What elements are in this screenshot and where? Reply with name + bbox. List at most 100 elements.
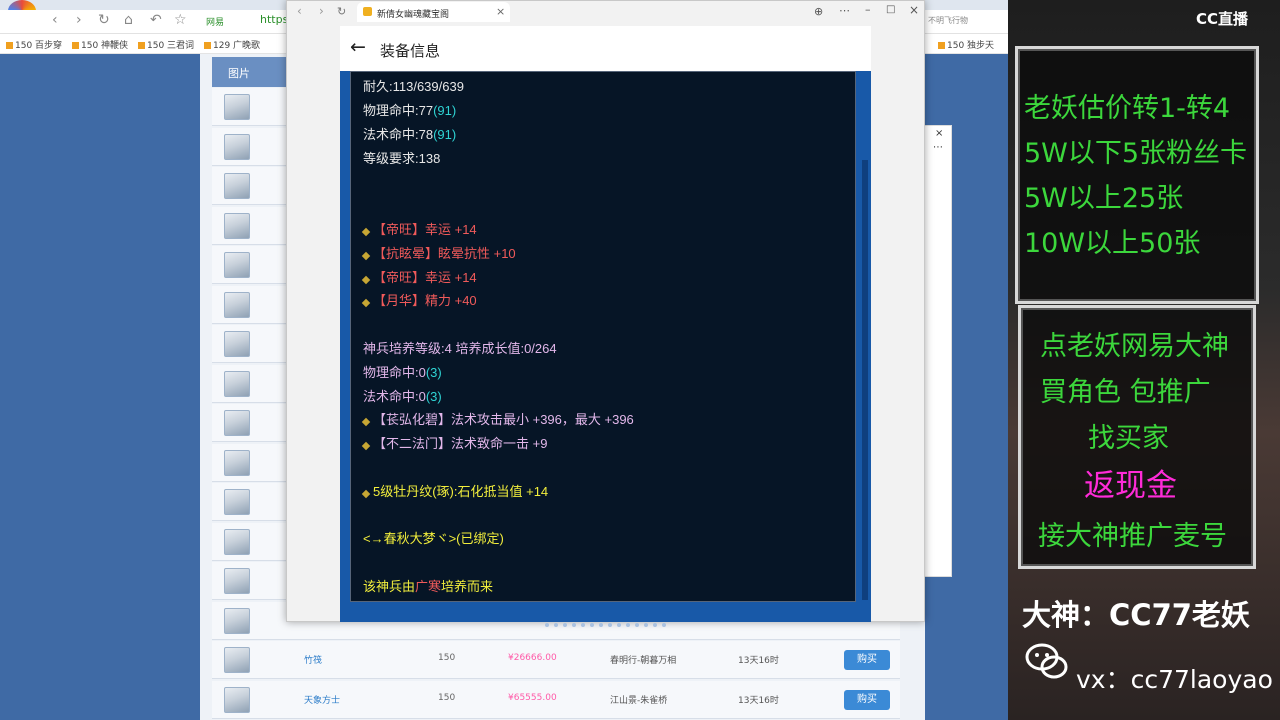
- gem-icon: [361, 417, 371, 427]
- maximize-icon[interactable]: □: [886, 4, 895, 15]
- wechat-icon: [1024, 640, 1070, 682]
- page-dot[interactable]: [626, 623, 630, 627]
- page-dot[interactable]: [563, 623, 567, 627]
- globe-icon[interactable]: ⊕: [814, 5, 823, 18]
- address-text[interactable]: https: [260, 13, 288, 26]
- avatar[interactable]: [224, 133, 250, 160]
- reload-icon[interactable]: ↻: [98, 12, 110, 28]
- page-dot[interactable]: [590, 623, 594, 627]
- avatar[interactable]: [224, 94, 250, 120]
- bookmark-item[interactable]: 150 百步穿: [6, 38, 62, 51]
- forward-icon[interactable]: ›: [76, 12, 82, 28]
- bookmark-item[interactable]: 150 神鞭侠: [72, 38, 128, 51]
- red-attr: 【抗眩晕】眩晕抗性 +10: [361, 243, 516, 262]
- avatar[interactable]: [224, 528, 250, 555]
- cell-time: 13天16时: [738, 656, 779, 666]
- gem-icon: [361, 251, 371, 261]
- avatar[interactable]: [224, 291, 250, 318]
- window-reload-icon[interactable]: ↻: [337, 5, 346, 18]
- minimize-icon[interactable]: –: [865, 3, 871, 16]
- avatar[interactable]: [224, 607, 250, 634]
- cell-name[interactable]: 天象方士: [304, 693, 340, 706]
- bookmark-item[interactable]: 150 三君词: [138, 38, 194, 51]
- header-image-label: 图片: [228, 67, 250, 80]
- page-dot[interactable]: [644, 623, 648, 627]
- avatar[interactable]: [224, 568, 250, 594]
- gem-icon: [361, 275, 371, 285]
- price-note-box: [1015, 46, 1259, 304]
- buy-button[interactable]: 购买: [844, 689, 890, 710]
- cell-name[interactable]: 竹筏: [304, 653, 322, 666]
- level-requirement: 等级要求:138: [363, 151, 441, 166]
- close-icon[interactable]: ×: [909, 3, 919, 17]
- avatar[interactable]: [224, 212, 250, 239]
- purple-attr: 【苌弘化碧】法术攻击最小 +396，最大 +396: [361, 409, 634, 428]
- undo-icon[interactable]: ↶: [150, 12, 162, 28]
- forge-phys-line: 物理命中:0(3): [363, 362, 442, 381]
- red-attr: 【月华】精力 +40: [361, 290, 477, 309]
- avatar[interactable]: [224, 252, 250, 278]
- page-dot[interactable]: [545, 623, 549, 627]
- gem-attr: 5级牡丹纹(琢):石化抵当值 +14: [361, 481, 548, 500]
- source-name: 广寒: [415, 579, 442, 594]
- source-suffix: 培养而来: [441, 579, 494, 594]
- table-row[interactable]: 天象方士 150 ¥65555.00 江山景-朱雀桥 13天16时 购买: [212, 680, 900, 719]
- close-icon[interactable]: ×: [935, 128, 943, 139]
- avatar[interactable]: [224, 173, 250, 199]
- page-dot[interactable]: [608, 623, 612, 627]
- home-icon[interactable]: ⌂: [124, 12, 133, 28]
- window-back-icon[interactable]: ‹: [297, 4, 302, 18]
- page-dot[interactable]: [599, 623, 603, 627]
- address-right-text: 不明飞行物: [928, 16, 968, 25]
- avatar[interactable]: [224, 647, 250, 673]
- page-dot[interactable]: [554, 623, 558, 627]
- phys-hit-bonus: (91): [433, 103, 457, 118]
- more-icon[interactable]: ⋯: [933, 142, 943, 153]
- page-dot[interactable]: [617, 623, 621, 627]
- promo-line: 点老妖网易大神: [1040, 331, 1229, 362]
- page-dot[interactable]: [635, 623, 639, 627]
- gem-icon: [361, 489, 371, 499]
- wechat-id: vx：cc77laoyao: [1076, 665, 1273, 694]
- page-dot[interactable]: [653, 623, 657, 627]
- avatar[interactable]: [224, 370, 250, 397]
- page-dot[interactable]: [572, 623, 576, 627]
- back-icon[interactable]: ‹: [52, 12, 58, 28]
- buy-button[interactable]: 购买: [844, 650, 890, 670]
- bookmark-item[interactable]: 129 广晚歌: [204, 38, 260, 51]
- scrollbar[interactable]: [862, 160, 868, 600]
- price-note-line: 5W以上25张: [1024, 183, 1184, 214]
- set-line: <→春秋大梦ヾ>(已绑定): [363, 531, 504, 546]
- avatar[interactable]: [224, 410, 250, 436]
- mag-hit-bonus: (91): [433, 127, 457, 142]
- page-dot[interactable]: [581, 623, 585, 627]
- tab-close-icon[interactable]: ×: [496, 5, 505, 18]
- avatar[interactable]: [224, 331, 250, 357]
- page-dot[interactable]: [662, 623, 666, 627]
- avatar[interactable]: [224, 449, 250, 476]
- forge-mag-label: 法术命中:0: [363, 389, 426, 404]
- cell-server: 江山景-朱雀桥: [610, 695, 668, 706]
- forge-phys-label: 物理命中:0: [363, 365, 426, 380]
- source-prefix: 该神兵由: [363, 579, 416, 594]
- page-indicator[interactable]: [340, 607, 871, 627]
- star-icon[interactable]: ☆: [174, 12, 187, 28]
- red-attr-text: 【月华】精力 +40: [373, 293, 477, 308]
- window-forward-icon[interactable]: ›: [319, 4, 324, 18]
- popup-tab[interactable]: 新倩女幽魂藏宝阁 ×: [357, 2, 510, 22]
- back-arrow-icon[interactable]: ←: [350, 36, 366, 58]
- cc-logo: CC直播: [1196, 10, 1249, 28]
- mag-hit-label: 法术命中:78: [363, 127, 434, 142]
- cell-price: ¥26666.00: [508, 653, 557, 663]
- red-attr: 【帝旺】幸运 +14: [361, 267, 477, 286]
- table-row[interactable]: 竹筏 150 ¥26666.00 春明行-朝暮万相 13天16时 购买: [212, 641, 900, 679]
- avatar[interactable]: [224, 489, 250, 515]
- gem-icon: [361, 227, 371, 237]
- bookmark-item[interactable]: 150 独步天: [938, 38, 994, 51]
- page-left-margin: [0, 54, 200, 720]
- streamer-signature: 大神：CC77老妖: [1022, 598, 1250, 632]
- more-icon[interactable]: ⋯: [839, 4, 850, 17]
- price-note-line: 10W以上50张: [1024, 228, 1201, 259]
- app-header: ← 装备信息: [340, 26, 871, 71]
- avatar[interactable]: [224, 686, 250, 713]
